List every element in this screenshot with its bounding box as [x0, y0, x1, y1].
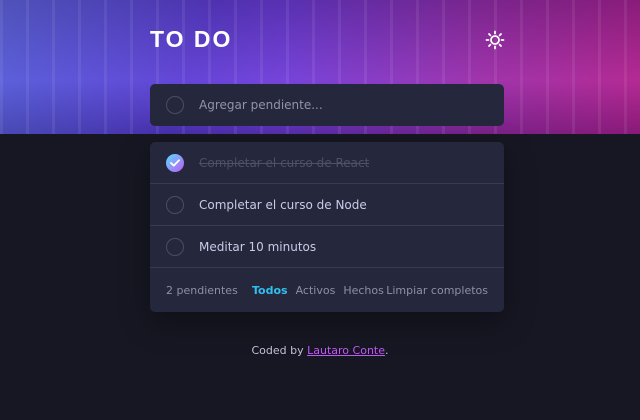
clear-completed-button[interactable]: Limpiar completos — [386, 284, 488, 297]
todo-item[interactable]: Completar el curso de Node — [150, 184, 504, 226]
todo-app: TO DO Completar — [0, 0, 640, 420]
todo-list: Completar el curso de React Completar el… — [150, 142, 504, 312]
todo-item[interactable]: Completar el curso de React — [150, 142, 504, 184]
check-icon — [170, 158, 180, 166]
list-footer: 2 pendientes Todos Activos Hechos Limpia… — [150, 268, 504, 312]
items-left-count: 2 pendientes — [166, 283, 238, 297]
attribution-prefix: Coded by — [251, 344, 308, 357]
filter-active[interactable]: Activos — [296, 284, 336, 297]
new-todo-input[interactable] — [199, 93, 479, 117]
app-title: TO DO — [150, 26, 233, 52]
new-todo-row — [150, 84, 504, 126]
todo-item[interactable]: Meditar 10 minutos — [150, 226, 504, 268]
author-link[interactable]: Lautaro Conte — [307, 344, 385, 357]
filter-all[interactable]: Todos — [252, 284, 288, 297]
todo-text: Meditar 10 minutos — [199, 239, 317, 254]
new-todo-check-circle[interactable] — [166, 96, 184, 114]
filter-group: Todos Activos Hechos — [252, 284, 384, 297]
filter-completed[interactable]: Hechos — [343, 284, 384, 297]
sun-icon — [485, 30, 505, 50]
attribution-suffix: . — [385, 344, 389, 357]
theme-toggle-button[interactable] — [484, 29, 506, 51]
todo-checkbox[interactable] — [166, 195, 184, 214]
attribution: Coded by Lautaro Conte. — [0, 344, 640, 357]
todo-checkbox[interactable] — [166, 237, 184, 256]
todo-text: Completar el curso de React — [199, 155, 370, 170]
todo-text: Completar el curso de Node — [199, 197, 367, 212]
todo-checkbox[interactable] — [166, 153, 184, 172]
